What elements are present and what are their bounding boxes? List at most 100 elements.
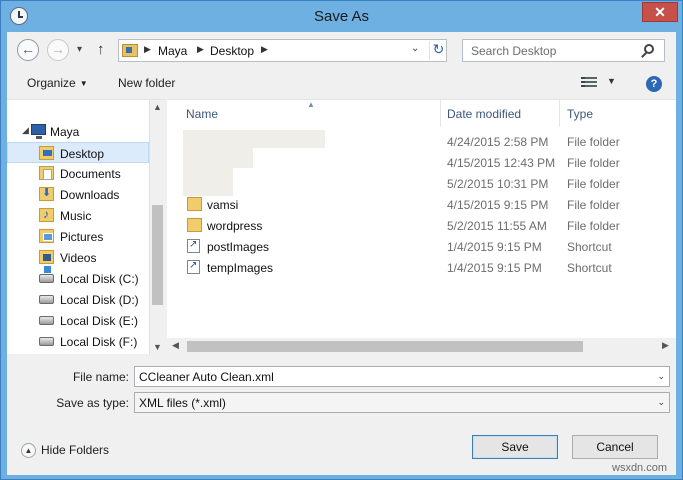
new-folder-button[interactable]: New folder [118,76,175,90]
filelist-horizontal-scrollbar[interactable]: ◀ ▶ [167,338,676,355]
file-list: ▲ Name Date modified Type 4/24/2015 2:58… [167,99,676,355]
breadcrumb-separator-icon[interactable]: ▶ [144,44,151,55]
search-input[interactable]: Search Desktop [462,39,665,62]
tree-item-label: Videos [60,251,97,265]
tree-item-downloads[interactable]: Downloads [7,184,149,205]
tree-item-local-disk-c[interactable]: Local Disk (C:) [7,266,149,289]
tree-item-local-disk-f[interactable]: Local Disk (F:) [7,331,149,352]
file-row[interactable]: wordpress 5/2/2015 11:55 AM File folder [167,215,676,236]
title-bar: Save As ✕ [1,1,682,32]
breadcrumb-desktop[interactable]: Desktop [210,44,254,58]
forward-button[interactable]: → [47,39,69,61]
scroll-up-icon[interactable]: ▲ [153,102,162,112]
file-row[interactable]: 5/2/2015 10:31 PM File folder [167,173,676,194]
drive-icon [39,316,54,325]
save-as-type-select[interactable]: XML files (*.xml) ⌄ [134,392,670,413]
column-header-type[interactable]: Type [567,100,593,127]
navigation-bar: ← → ▾ ↑ ▶ Maya ▶ Desktop ▶ ⌄ ↻ Search De… [7,32,676,68]
tree-item-music[interactable]: Music [7,205,149,226]
tree-item-label: Local Disk (D:) [60,293,139,307]
shortcut-icon [187,260,200,274]
chevron-down-icon[interactable]: ⌄ [657,371,665,382]
file-name: vamsi [207,198,239,212]
refresh-icon[interactable]: ↻ [429,41,447,60]
file-row[interactable]: vamsi 4/15/2015 9:15 PM File folder [167,194,676,215]
breadcrumb-maya[interactable]: Maya [158,44,187,58]
scroll-down-icon[interactable]: ▼ [153,342,162,352]
file-type: File folder [567,198,620,212]
file-type: File folder [567,135,620,149]
save-button[interactable]: Save [472,435,558,459]
tree-item-local-disk-d[interactable]: Local Disk (D:) [7,289,149,310]
organize-label: Organize [27,76,76,90]
file-date: 4/15/2015 12:43 PM [447,156,556,170]
search-icon[interactable] [644,44,654,54]
scroll-right-icon[interactable]: ▶ [662,340,669,351]
scrollbar-thumb[interactable] [187,341,583,352]
pictures-folder-icon [39,229,54,243]
chevron-down-icon[interactable]: ⌄ [657,397,665,408]
view-dropdown-icon[interactable]: ▼ [607,76,616,86]
tree-item-desktop[interactable]: Desktop [7,142,149,163]
file-type: File folder [567,177,620,191]
file-date: 5/2/2015 11:55 AM [447,219,547,233]
file-row[interactable]: tempImages 1/4/2015 9:15 PM Shortcut [167,257,676,278]
folder-icon [187,218,202,232]
filename-input[interactable]: CCleaner Auto Clean.xml ⌄ [134,366,670,387]
tree-item-label: Local Disk (F:) [60,335,138,349]
tree-item-label: Documents [60,167,121,181]
forward-arrow-icon: → [51,41,65,57]
back-arrow-icon: ← [21,41,35,57]
scroll-left-icon[interactable]: ◀ [172,340,179,351]
sort-ascending-icon: ▲ [307,100,315,109]
address-bar[interactable]: ▶ Maya ▶ Desktop ▶ ⌄ ↻ [118,39,447,62]
expand-chevron-icon[interactable]: ◢ [22,125,29,136]
tree-item-documents[interactable]: Documents [7,163,149,184]
chevron-down-icon: ▼ [79,79,88,88]
file-name: wordpress [207,219,263,233]
tree-item-videos[interactable]: Videos [7,247,149,268]
tree-item-maya[interactable]: ◢ Maya [7,121,149,142]
save-as-dialog: Save As ✕ ← → ▾ ↑ ▶ Maya ▶ Desktop ▶ ⌄ ↻… [0,0,683,480]
back-button[interactable]: ← [17,39,39,61]
tree-item-local-disk-e[interactable]: Local Disk (E:) [7,310,149,331]
documents-folder-icon [39,166,54,180]
cancel-button[interactable]: Cancel [572,435,658,459]
computer-icon [31,124,46,139]
file-row[interactable]: 4/15/2015 12:43 PM File folder [167,152,676,173]
breadcrumb-separator-icon[interactable]: ▶ [261,44,268,55]
save-as-type-value: XML files (*.xml) [139,396,226,410]
music-folder-icon [39,207,54,222]
help-icon[interactable]: ? [646,76,662,92]
tree-item-label: Local Disk (E:) [60,314,139,328]
file-row[interactable]: 4/24/2015 2:58 PM File folder [167,131,676,152]
file-date: 5/2/2015 10:31 PM [447,177,549,191]
file-date: 1/4/2015 9:15 PM [447,240,542,254]
watermark: wsxdn.com [612,462,668,474]
address-dropdown-icon[interactable]: ⌄ [411,43,419,54]
column-header-date-modified[interactable]: Date modified [447,100,521,127]
organize-button[interactable]: Organize ▼ [27,76,88,90]
shortcut-icon [187,239,200,253]
scrollbar-thumb[interactable] [152,205,163,305]
up-arrow-icon: ↑ [97,41,105,58]
file-date: 1/4/2015 9:15 PM [447,261,542,275]
recent-locations-chevron-icon[interactable]: ▾ [77,44,82,55]
filename-value: CCleaner Auto Clean.xml [139,370,274,384]
up-button[interactable]: ↑ [97,41,105,58]
column-divider[interactable] [440,100,441,127]
drive-icon [39,337,54,346]
close-button[interactable]: ✕ [642,2,678,22]
dialog-body: ← → ▾ ↑ ▶ Maya ▶ Desktop ▶ ⌄ ↻ Search De… [7,32,676,475]
file-type: File folder [567,156,620,170]
column-divider[interactable] [559,100,560,127]
command-toolbar: Organize ▼ New folder ▼ ? [7,68,676,99]
tree-item-pictures[interactable]: Pictures [7,226,149,247]
column-header-name[interactable]: Name [186,100,218,127]
file-row[interactable]: postImages 1/4/2015 9:15 PM Shortcut [167,236,676,257]
location-folder-icon [122,44,138,57]
navpane-vertical-scrollbar[interactable]: ▲ ▼ [149,100,165,355]
view-options-icon[interactable] [581,77,597,89]
folder-icon [187,197,202,211]
breadcrumb-separator-icon[interactable]: ▶ [197,44,204,55]
